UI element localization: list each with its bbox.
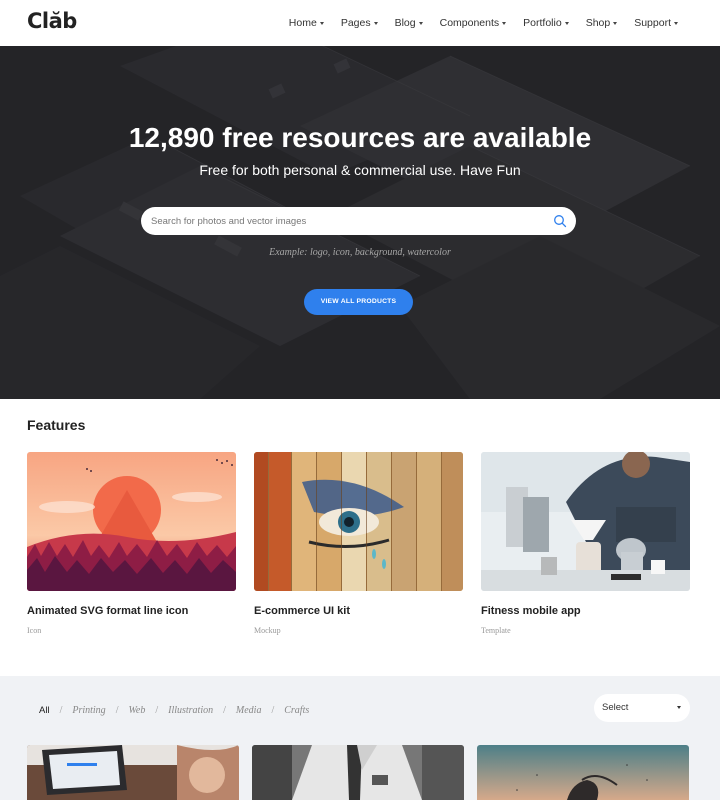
nav-item-blog[interactable]: Blog — [395, 17, 423, 29]
chevron-down-icon — [564, 21, 569, 25]
nav-label: Support — [634, 17, 671, 29]
filter-separator: / — [155, 705, 159, 716]
filter-separator: / — [59, 705, 63, 716]
card-title[interactable]: E-commerce UI kit — [254, 605, 350, 617]
search-input[interactable] — [151, 207, 546, 235]
chevron-down-icon — [418, 21, 423, 25]
portfolio-thumbnail-sky[interactable] — [477, 745, 689, 800]
chevron-down-icon — [373, 21, 378, 25]
card-image-painted-wood[interactable] — [254, 452, 463, 591]
nav-label: Components — [439, 17, 500, 29]
filter-separator: / — [271, 705, 275, 716]
feature-card: Fitness mobile app Template — [481, 450, 690, 635]
search-bar — [141, 207, 576, 235]
filter-illustration[interactable]: Illustration — [168, 705, 213, 716]
card-tag[interactable]: Icon — [27, 626, 41, 635]
portfolio-section: All / Printing / Web / Illustration / Me… — [0, 676, 720, 800]
nav-label: Blog — [394, 17, 416, 29]
filter-separator: / — [223, 705, 226, 716]
card-title[interactable]: Animated SVG format line icon — [27, 605, 188, 617]
nav-item-pages[interactable]: Pages — [341, 17, 378, 29]
nav-item-components[interactable]: Components — [440, 17, 507, 29]
search-example-hint: Example: logo, icon, background, waterco… — [269, 247, 451, 258]
chevron-down-icon — [677, 706, 681, 709]
hero-subtitle: Free for both personal & commercial use.… — [199, 162, 521, 178]
card-tag[interactable]: Mockup — [254, 626, 281, 635]
nav-label: Pages — [340, 17, 371, 29]
filter-separator: / — [115, 705, 119, 716]
portfolio-filters: All / Printing / Web / Illustration / Me… — [39, 705, 309, 716]
nav-item-shop[interactable]: Shop — [586, 17, 618, 29]
nav-label: Home — [288, 17, 317, 29]
chevron-down-icon — [319, 21, 324, 25]
filter-media[interactable]: Media — [236, 705, 262, 716]
nav-label: Shop — [585, 17, 611, 29]
card-title[interactable]: Fitness mobile app — [481, 605, 581, 617]
hero-section: 12,890 free resources are available Free… — [0, 46, 720, 399]
brand-logo[interactable]: Clăb — [27, 9, 77, 33]
navbar: Clăb Home Pages Blog Components Portfoli… — [0, 0, 720, 46]
hero-title: 12,890 free resources are available — [128, 122, 592, 153]
card-image-sunset-illustration[interactable] — [27, 452, 236, 591]
portfolio-thumbnail-laptop[interactable] — [27, 745, 239, 800]
nav-item-home[interactable]: Home — [289, 17, 324, 29]
card-tag[interactable]: Template — [481, 626, 511, 635]
filter-all[interactable]: All — [39, 705, 50, 716]
chevron-down-icon — [502, 21, 507, 25]
nav-item-support[interactable]: Support — [634, 17, 678, 29]
sort-select[interactable]: Select — [594, 694, 690, 722]
filter-crafts[interactable]: Crafts — [284, 705, 309, 716]
features-heading: Features — [27, 417, 86, 433]
card-image-barista[interactable] — [481, 450, 690, 591]
chevron-down-icon — [674, 21, 678, 25]
select-value: Select — [602, 702, 629, 713]
nav-label: Portfolio — [523, 17, 562, 29]
feature-card: E-commerce UI kit Mockup — [254, 452, 463, 635]
view-all-products-button[interactable]: VIEW ALL PRODUCTS — [304, 289, 413, 315]
nav-item-portfolio[interactable]: Portfolio — [523, 17, 569, 29]
feature-card: Animated SVG format line icon Icon — [27, 452, 236, 635]
main-nav: Home Pages Blog Components Portfolio Sho… — [289, 0, 678, 46]
chevron-down-icon — [613, 21, 618, 25]
portfolio-thumbnail-suit[interactable] — [252, 745, 464, 800]
search-icon[interactable] — [553, 214, 567, 228]
filter-web[interactable]: Web — [128, 705, 145, 716]
filter-printing[interactable]: Printing — [72, 705, 105, 716]
